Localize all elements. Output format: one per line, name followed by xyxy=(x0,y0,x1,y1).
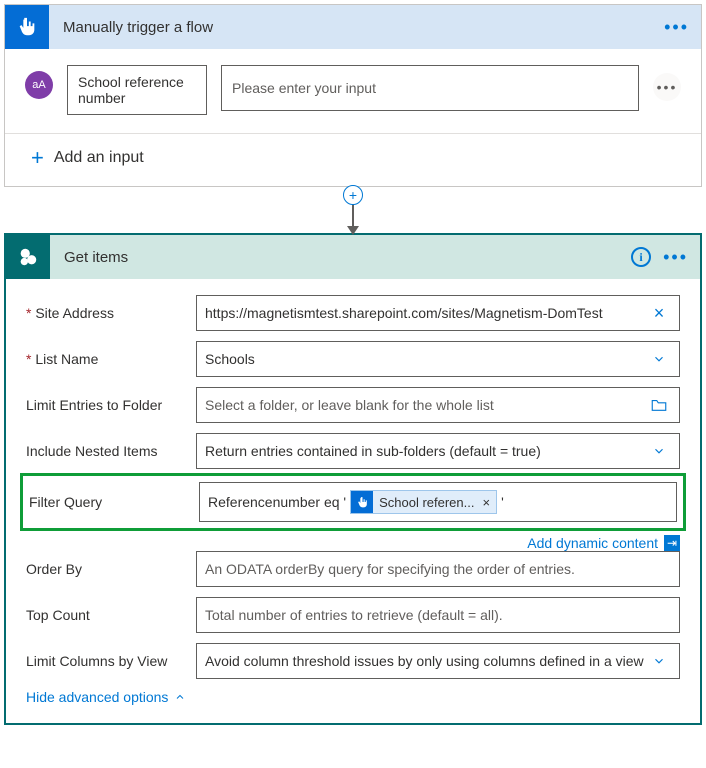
list-name-field[interactable]: Schools xyxy=(196,341,680,377)
arrow-down-icon xyxy=(347,226,359,235)
trigger-title: Manually trigger a flow xyxy=(49,19,664,36)
order-by-label: Order By xyxy=(26,561,196,577)
action-header[interactable]: Get items i ••• xyxy=(6,235,700,279)
input-name-field[interactable]: School reference number xyxy=(67,65,207,115)
dynamic-token[interactable]: School referen... × xyxy=(350,490,497,514)
trigger-card: Manually trigger a flow ••• aA School re… xyxy=(4,4,702,187)
nested-items-row: Include Nested Items Return entries cont… xyxy=(26,433,680,469)
nested-items-field[interactable]: Return entries contained in sub-folders … xyxy=(196,433,680,469)
trigger-header[interactable]: Manually trigger a flow ••• xyxy=(5,5,701,49)
dynamic-content-row: Add dynamic content ⇥ xyxy=(26,535,680,551)
limit-folder-field[interactable]: Select a folder, or leave blank for the … xyxy=(196,387,680,423)
site-address-field[interactable]: https://magnetismtest.sharepoint.com/sit… xyxy=(196,295,680,331)
plus-icon: + xyxy=(31,148,44,168)
connector: + xyxy=(0,187,706,235)
chevron-up-icon xyxy=(174,691,186,703)
list-dropdown-icon[interactable] xyxy=(647,352,671,366)
info-icon[interactable]: i xyxy=(631,247,651,267)
limit-folder-label: Limit Entries to Folder xyxy=(26,397,196,413)
limit-folder-row: Limit Entries to Folder Select a folder,… xyxy=(26,387,680,423)
limit-columns-row: Limit Columns by View Avoid column thres… xyxy=(26,643,680,679)
site-address-label: Site Address xyxy=(26,305,196,321)
top-count-label: Top Count xyxy=(26,607,196,623)
action-title: Get items xyxy=(50,249,631,266)
add-input-button[interactable]: + Add an input xyxy=(25,148,681,168)
insert-step-button[interactable]: + xyxy=(343,185,363,205)
text-input-type-icon: aA xyxy=(25,71,53,99)
action-body: Site Address https://magnetismtest.share… xyxy=(6,279,700,723)
limit-columns-dropdown-icon[interactable] xyxy=(647,654,671,668)
order-by-row: Order By An ODATA orderBy query for spec… xyxy=(26,551,680,587)
filter-query-row: Filter Query Referencenumber eq ' School… xyxy=(29,482,677,522)
filter-query-field[interactable]: Referencenumber eq ' School referen... ×… xyxy=(199,482,677,522)
dynamic-content-toggle[interactable]: ⇥ xyxy=(664,535,680,551)
trigger-menu-button[interactable]: ••• xyxy=(664,22,689,32)
order-by-field[interactable]: An ODATA orderBy query for specifying th… xyxy=(196,551,680,587)
remove-token-button[interactable]: × xyxy=(482,495,490,510)
action-card: Get items i ••• Site Address https://mag… xyxy=(4,233,702,725)
clear-site-button[interactable]: × xyxy=(647,303,671,324)
site-address-row: Site Address https://magnetismtest.share… xyxy=(26,295,680,331)
limit-columns-label: Limit Columns by View xyxy=(26,653,196,669)
nested-items-label: Include Nested Items xyxy=(26,443,196,459)
manual-trigger-icon xyxy=(5,5,49,49)
folder-picker-icon[interactable] xyxy=(647,396,671,414)
divider xyxy=(5,133,701,134)
hide-advanced-toggle[interactable]: Hide advanced options xyxy=(26,689,680,705)
manual-trigger-token-icon xyxy=(351,491,373,513)
add-dynamic-content-link[interactable]: Add dynamic content xyxy=(527,535,658,551)
trigger-body: aA School reference number Please enter … xyxy=(5,49,701,186)
input-prompt-field[interactable]: Please enter your input xyxy=(221,65,639,111)
filter-query-label: Filter Query xyxy=(29,494,199,510)
top-count-field[interactable]: Total number of entries to retrieve (def… xyxy=(196,597,680,633)
nested-dropdown-icon[interactable] xyxy=(647,444,671,458)
input-options-button[interactable]: ••• xyxy=(653,73,681,101)
sharepoint-icon xyxy=(6,235,50,279)
limit-columns-field[interactable]: Avoid column threshold issues by only us… xyxy=(196,643,680,679)
list-name-label: List Name xyxy=(26,351,196,367)
list-name-row: List Name Schools xyxy=(26,341,680,377)
filter-query-highlight: Filter Query Referencenumber eq ' School… xyxy=(20,473,686,531)
top-count-row: Top Count Total number of entries to ret… xyxy=(26,597,680,633)
action-menu-button[interactable]: ••• xyxy=(663,252,688,262)
